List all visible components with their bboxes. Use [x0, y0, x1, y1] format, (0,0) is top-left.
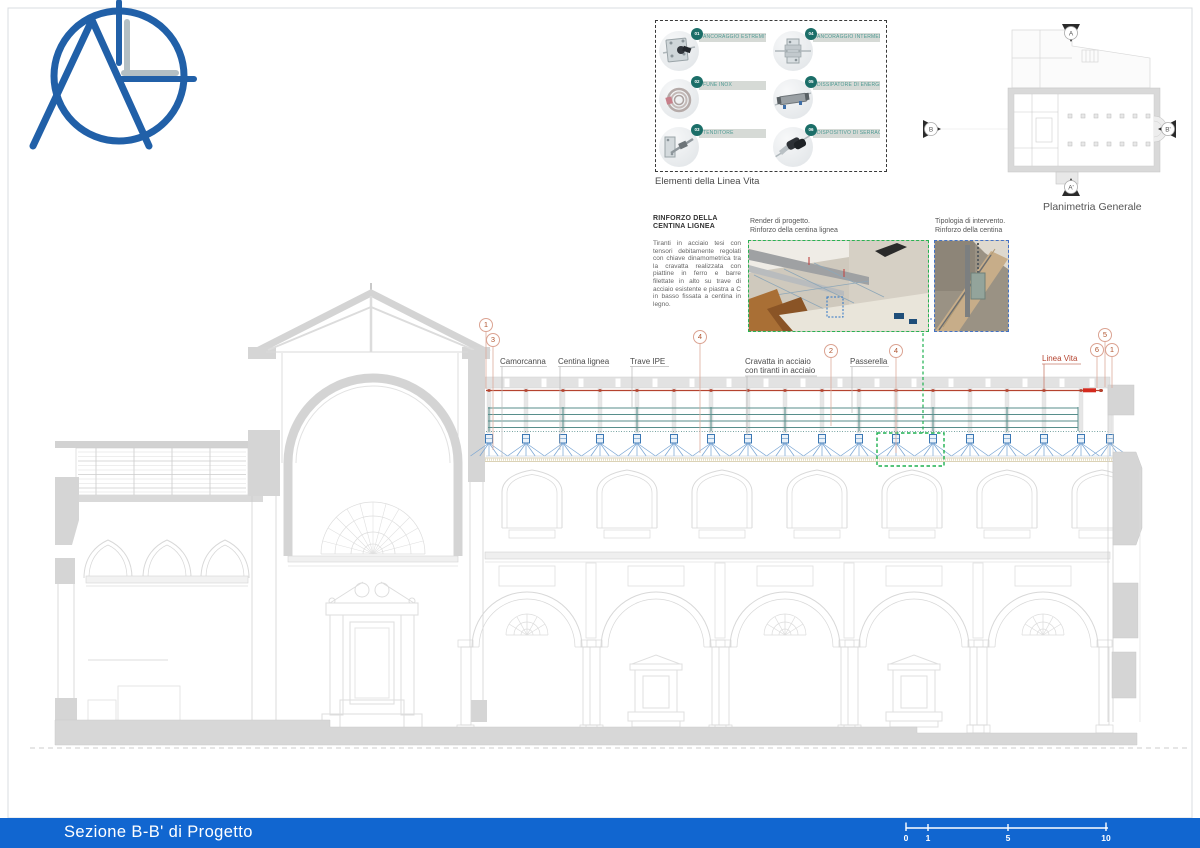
callout-4b: 4: [889, 344, 903, 358]
linea-vita-line: [486, 388, 1103, 392]
section-gable-room: [248, 283, 490, 728]
marker-b: B: [929, 127, 933, 134]
element-label: DISPOSITIVO DI SERRAGGIO: [813, 129, 880, 138]
camorcanna-band: [485, 458, 1113, 462]
nave-clerestory: [502, 470, 1132, 538]
element-label: TENDITORE: [699, 129, 766, 138]
element-label: ANCORAGGIO INTERMEDIO: [813, 33, 880, 42]
studio-logo: [33, 2, 194, 146]
element-item-02: FUNE INOX 02: [658, 77, 770, 124]
scale-bar: 0 1 5 10: [890, 818, 1130, 848]
nave-roof-structure: [471, 377, 1129, 466]
element-item-04: ANCORAGGIO INTERMEDIO 04: [772, 29, 884, 76]
scale-5: 5: [1006, 833, 1011, 843]
callout-2: 2: [824, 344, 838, 358]
element-label-bar: FUNE INOX: [699, 81, 766, 90]
marker-a: A: [1069, 31, 1074, 38]
callout-1: 1: [479, 318, 493, 332]
photo-scene: [935, 241, 1008, 331]
element-label-bar: ANCORAGGIO INTERMEDIO: [813, 33, 880, 42]
section-left-wing: [55, 430, 280, 722]
centina-braces: [471, 435, 1129, 457]
label-cravatta: Cravatta in acciaiocon tiranti in acciai…: [745, 357, 815, 375]
render-scene: [749, 241, 928, 331]
element-item-01: ANCORAGGIO ESTREMITÀ 01: [658, 29, 770, 76]
reinforcement-text-block: RINFORZO DELLACENTINA LIGNEA Tiranti in …: [653, 215, 741, 308]
label-linea-vita: Linea Vita: [1042, 354, 1077, 363]
element-number-badge: 06: [805, 124, 817, 136]
callout-3: 3: [486, 333, 500, 347]
passerella-walkway: [486, 407, 1110, 432]
linea-vita-elements-panel: ANCORAGGIO ESTREMITÀ 01 ANCORAGGIO INTER…: [655, 20, 887, 172]
reinforcement-body: Tiranti in acciaio tesi con tensori debi…: [653, 240, 741, 308]
element-label-bar: ANCORAGGIO ESTREMITÀ: [699, 33, 766, 42]
photo-caption: Tipologia di intervento.Rinforzo della c…: [935, 217, 1005, 235]
element-label: DISSIPATORE DI ENERGIA: [813, 81, 880, 90]
elements-panel-caption: Elementi della Linea Vita: [655, 176, 759, 187]
sheet-title-bar: Sezione B-B' di Progetto 0 1 5 10: [0, 818, 1200, 848]
planimetria-plan: A A' B B': [923, 24, 1176, 196]
scale-1: 1: [926, 833, 931, 843]
portal-aedicule: [322, 582, 422, 728]
right-wall: [1108, 385, 1142, 722]
section-drawing: A A' B B': [0, 0, 1200, 848]
marker-b1: B': [1165, 127, 1171, 134]
label-passerella: Passerella: [850, 357, 887, 366]
label-trave-ipe: Trave IPE: [630, 357, 665, 366]
scale-0: 0: [904, 833, 909, 843]
callout-1b: 1: [1105, 343, 1119, 357]
label-centina-lignea: Centina lignea: [558, 357, 609, 366]
sheet-title: Sezione B-B' di Progetto: [64, 823, 253, 842]
element-number-badge: 03: [691, 124, 703, 136]
plan-caption: Planimetria Generale: [1043, 201, 1142, 213]
element-number-badge: 01: [691, 28, 703, 40]
element-label: FUNE INOX: [699, 81, 766, 90]
element-number-badge: 02: [691, 76, 703, 88]
drawing-sheet: A A' B B': [0, 0, 1200, 848]
marker-a1: A': [1068, 185, 1074, 192]
element-item-03: TENDITORE 03: [658, 125, 770, 172]
scale-10: 10: [1101, 833, 1111, 843]
element-label-bar: DISPOSITIVO DI SERRAGGIO: [813, 129, 880, 138]
element-number-badge: 04: [805, 28, 817, 40]
element-item-06: DISPOSITIVO DI SERRAGGIO 06: [772, 125, 884, 172]
element-number-badge: 05: [805, 76, 817, 88]
callout-4: 4: [693, 330, 707, 344]
render-image: [748, 240, 929, 332]
callout-5: 5: [1098, 328, 1112, 342]
reinforcement-title: RINFORZO DELLACENTINA LIGNEA: [653, 215, 741, 231]
intervention-photo: [934, 240, 1009, 332]
element-label: ANCORAGGIO ESTREMITÀ: [699, 33, 766, 42]
element-label-bar: TENDITORE: [699, 129, 766, 138]
element-label-bar: DISSIPATORE DI ENERGIA: [813, 81, 880, 90]
element-item-05: DISSIPATORE DI ENERGIA 05: [772, 77, 884, 124]
callout-6: 6: [1090, 343, 1104, 357]
nave-arcade: [457, 563, 1113, 733]
render-caption: Render di progetto.Rinforzo della centin…: [750, 217, 838, 235]
label-camorcanna: Camorcanna: [500, 357, 546, 366]
